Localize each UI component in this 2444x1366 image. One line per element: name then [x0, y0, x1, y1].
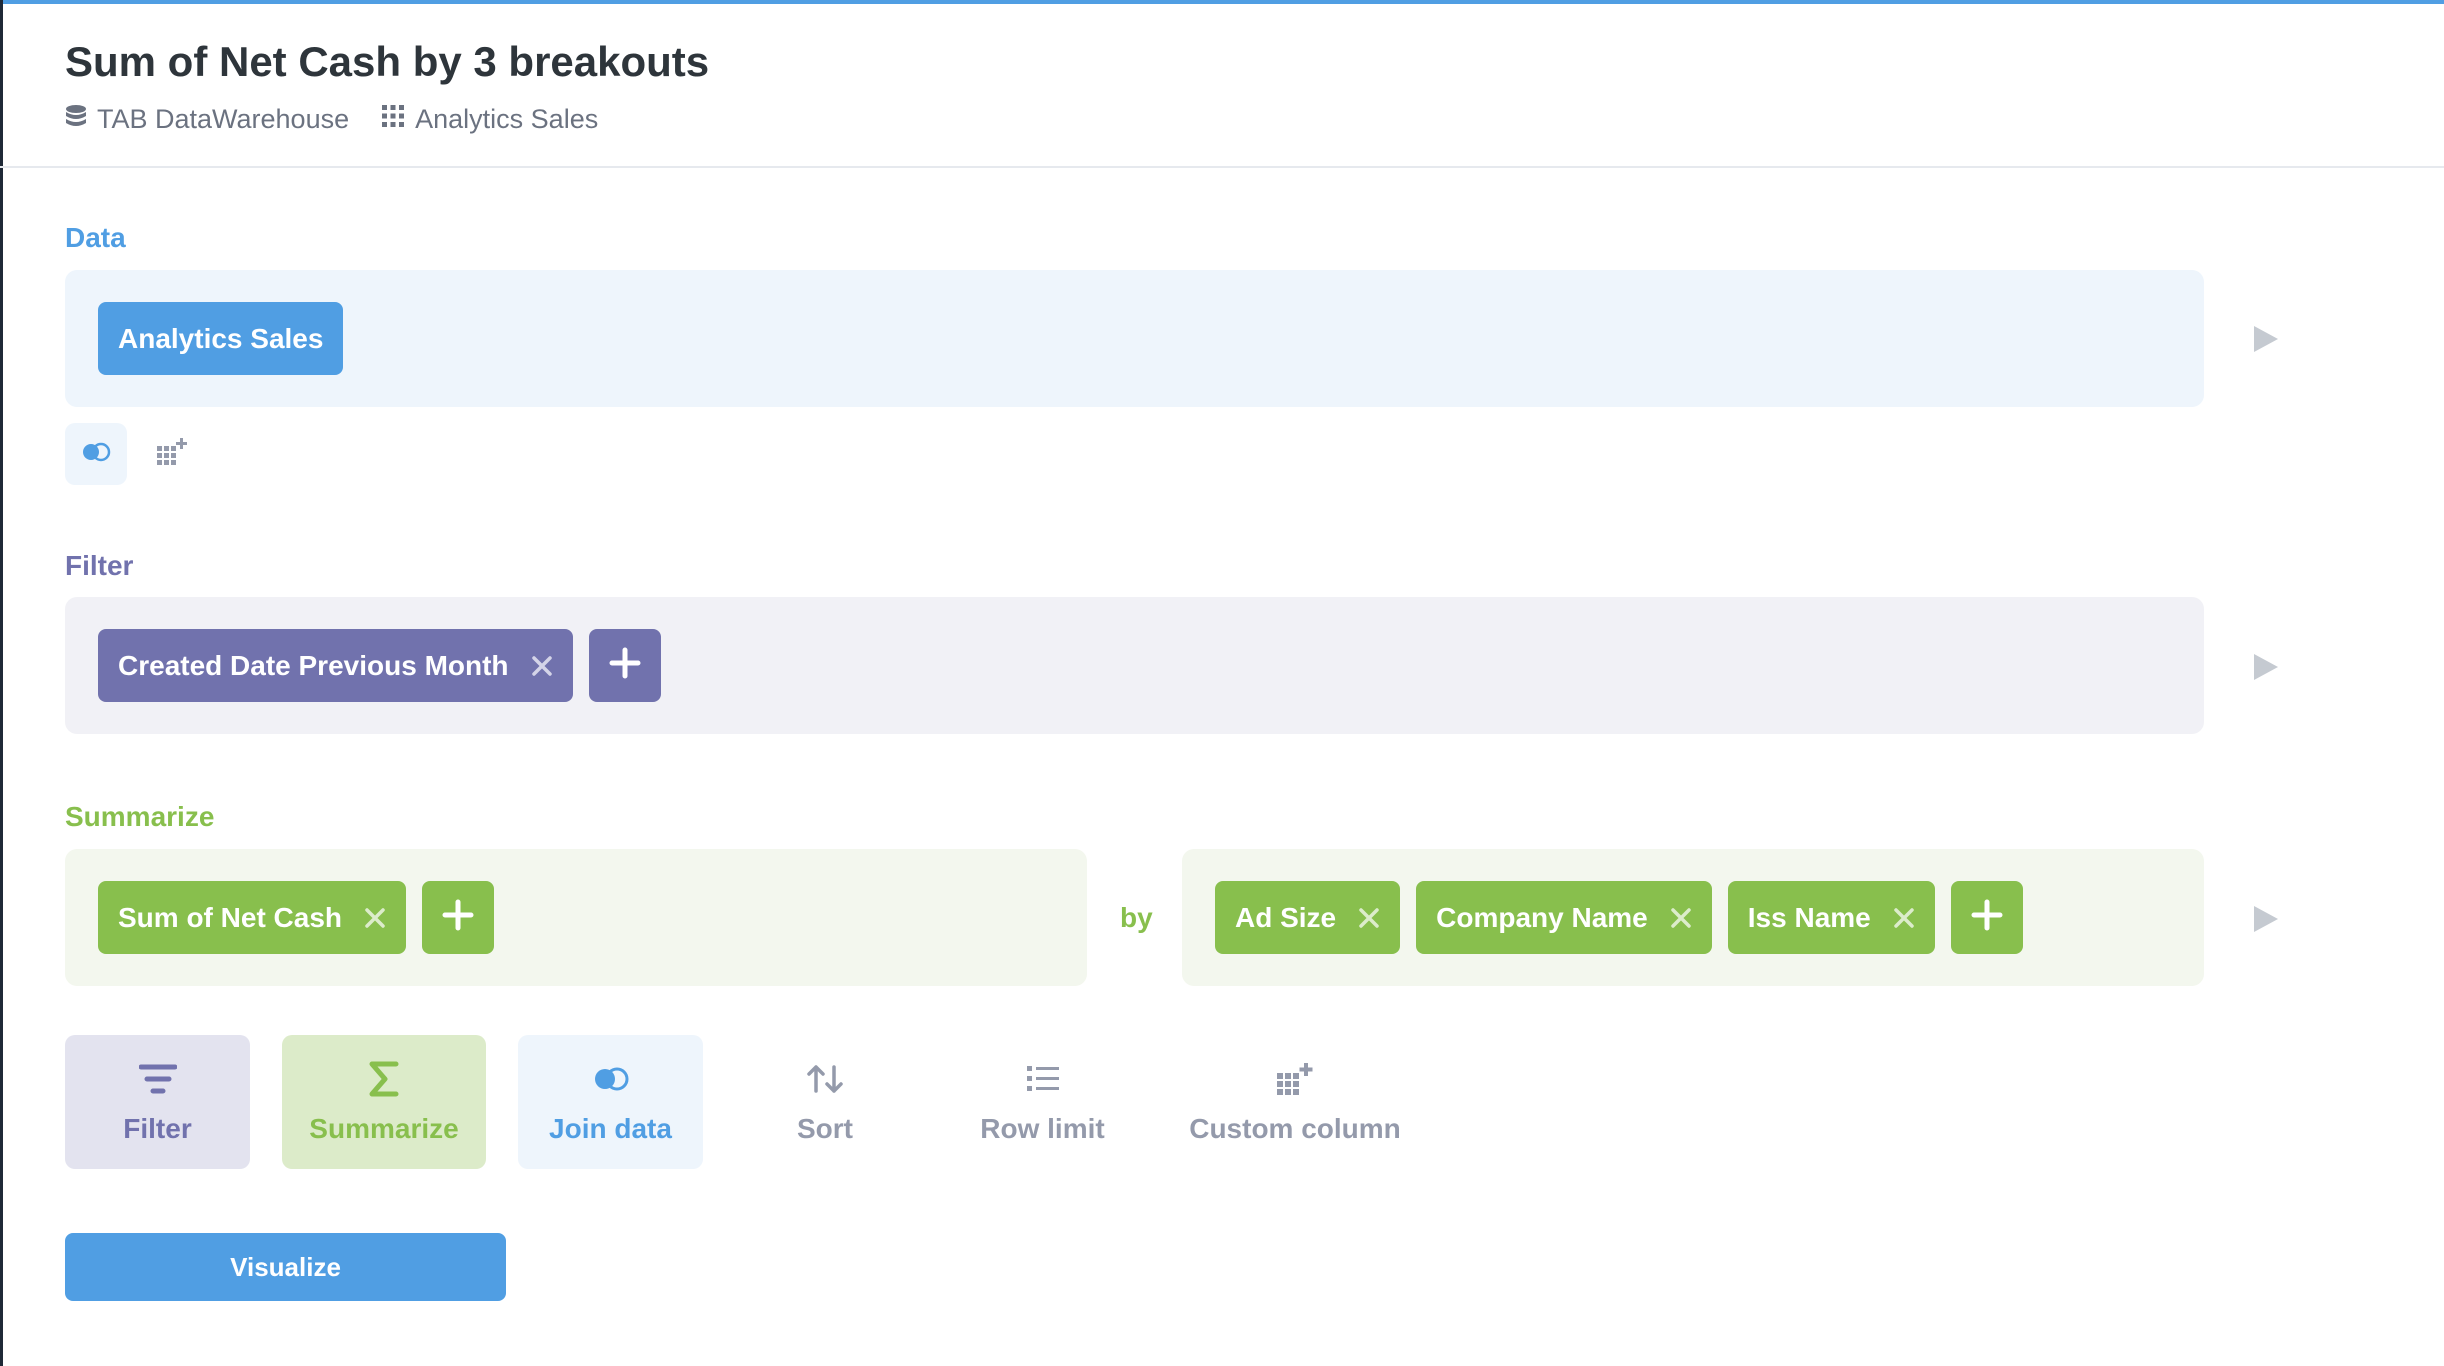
row-limit-action-button[interactable]: Row limit — [955, 1035, 1130, 1169]
join-action-label: Join data — [549, 1113, 672, 1144]
breakout-pill-label: Ad Size — [1235, 901, 1337, 933]
by-label: by — [1120, 902, 1153, 933]
preview-data-button[interactable] — [2254, 326, 2278, 352]
add-breakout-button[interactable] — [1950, 881, 2023, 954]
remove-metric-icon[interactable] — [364, 907, 386, 929]
preview-filter-button[interactable] — [2254, 654, 2278, 680]
join-action-button[interactable]: Join data — [518, 1035, 703, 1169]
remove-breakout-icon[interactable] — [1670, 907, 1692, 929]
metric-pill-label: Sum of Net Cash — [118, 901, 343, 933]
plus-icon — [1971, 899, 2003, 936]
table-crumb[interactable]: Analytics Sales — [381, 104, 598, 135]
breadcrumb: TAB DataWarehouse Analytics Sales — [65, 104, 630, 135]
add-column-icon — [156, 437, 188, 472]
table-grid-icon — [381, 104, 405, 135]
remove-breakout-icon[interactable] — [1358, 907, 1380, 929]
add-column-icon — [1276, 1059, 1314, 1099]
filter-panel: Created Date Previous Month — [65, 597, 2204, 734]
sigma-icon — [368, 1059, 400, 1099]
custom-column-step-button[interactable] — [141, 423, 203, 485]
visualize-button[interactable]: Visualize — [65, 1233, 506, 1301]
query-builder: Sum of Net Cash by 3 breakouts TAB DataW… — [0, 0, 2444, 1366]
filter-action-button[interactable]: Filter — [65, 1035, 250, 1169]
filter-pill[interactable]: Created Date Previous Month — [98, 629, 573, 702]
breakout-pill-label: Iss Name — [1747, 901, 1871, 933]
breakouts-panel: Ad Size Company Name Iss Name — [1182, 849, 2204, 986]
row-limit-action-label: Row limit — [980, 1113, 1105, 1144]
metrics-panel: Sum of Net Cash — [65, 849, 1087, 986]
breakout-pill-label: Company Name — [1436, 901, 1648, 933]
data-source-label: Analytics Sales — [118, 322, 324, 354]
preview-summarize-button[interactable] — [2254, 906, 2278, 932]
summarize-section-label: Summarize — [65, 801, 215, 832]
metric-pill[interactable]: Sum of Net Cash — [98, 881, 407, 954]
sort-action-label: Sort — [797, 1113, 853, 1144]
database-icon — [65, 104, 87, 135]
add-metric-button[interactable] — [422, 881, 495, 954]
filter-icon — [138, 1059, 177, 1099]
window-edge — [0, 0, 3, 1366]
data-panel: Analytics Sales — [65, 270, 2204, 407]
plus-icon — [442, 899, 474, 936]
custom-column-action-label: Custom column — [1189, 1113, 1401, 1144]
breakout-pill[interactable]: Company Name — [1416, 881, 1712, 954]
data-source-pill[interactable]: Analytics Sales — [98, 302, 344, 375]
visualize-label: Visualize — [230, 1251, 341, 1282]
breakout-pill[interactable]: Ad Size — [1215, 881, 1401, 954]
summarize-action-label: Summarize — [309, 1113, 459, 1144]
table-name: Analytics Sales — [415, 104, 599, 134]
join-data-step-button[interactable] — [65, 423, 127, 485]
join-icon — [591, 1059, 631, 1099]
filter-section-label: Filter — [65, 550, 134, 581]
remove-breakout-icon[interactable] — [1893, 907, 1915, 929]
remove-filter-icon[interactable] — [531, 655, 553, 677]
list-icon — [1026, 1059, 1059, 1099]
database-name: TAB DataWarehouse — [97, 104, 350, 134]
join-icon — [81, 442, 111, 467]
filter-pill-label: Created Date Previous Month — [118, 649, 509, 681]
breakout-pill[interactable]: Iss Name — [1727, 881, 1935, 954]
database-crumb[interactable]: TAB DataWarehouse — [65, 104, 349, 135]
page-header: Sum of Net Cash by 3 breakouts TAB DataW… — [0, 4, 2444, 168]
data-section-label: Data — [65, 222, 126, 253]
sort-icon — [806, 1059, 844, 1099]
filter-action-label: Filter — [123, 1113, 192, 1144]
sort-action-button[interactable]: Sort — [745, 1035, 905, 1169]
plus-icon — [609, 647, 641, 684]
add-filter-button[interactable] — [588, 629, 661, 702]
page-title: Sum of Net Cash by 3 breakouts — [65, 38, 710, 85]
summarize-action-button[interactable]: Summarize — [282, 1035, 486, 1169]
custom-column-action-button[interactable]: Custom column — [1180, 1035, 1410, 1169]
